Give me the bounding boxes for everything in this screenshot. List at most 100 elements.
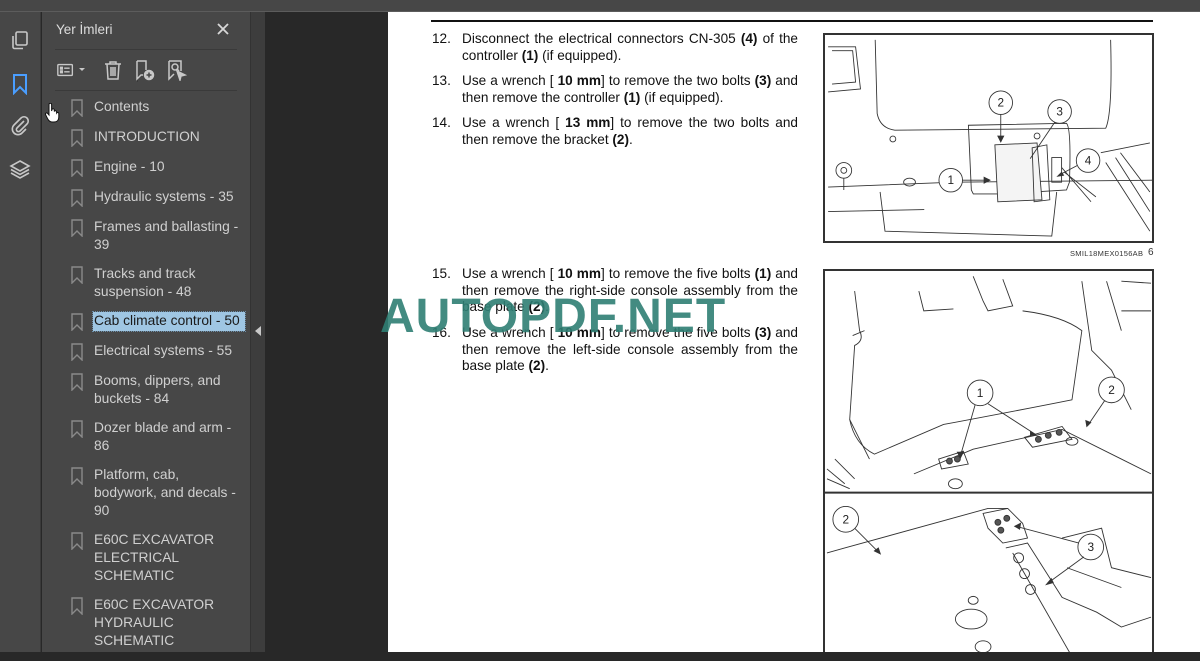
callout-1: 1 [977,386,984,400]
bookmark-icon [71,420,83,438]
bold-ref: (2) [612,131,629,147]
text-run: Use a wrench [ [462,115,566,130]
bookmark-item[interactable]: Hydraulic systems - 35 [42,188,250,207]
list-options-icon [57,63,74,77]
text-run: . [545,358,549,373]
bookmarks-button[interactable] [8,72,32,96]
bookmark-item[interactable]: E60C EXCAVATOR HYDRAULIC SCHEMATIC [42,596,250,650]
bold-ref: (4) [740,31,758,46]
bookmark-icon [71,373,83,391]
figure-number: 6 [1148,247,1154,258]
bookmark-label: Booms, dippers, and buckets - 84 [94,373,221,406]
bookmark-icon [71,99,83,117]
bookmark-icon [71,266,83,284]
step-text: Disconnect the electrical connectors CN-… [462,31,798,64]
figure-caption: SMIL18MEX0156AB [1070,249,1144,258]
bookmark-label: Tracks and track suspension - 48 [94,266,196,299]
bold-ref: 10 mm [557,325,601,340]
bookmark-icon [71,219,83,237]
bookmark-label: E60C EXCAVATOR HYDRAULIC SCHEMATIC [94,597,215,648]
layers-button[interactable] [8,157,32,181]
page-thumbnails-button[interactable] [8,28,32,52]
paperclip-icon [11,115,30,136]
hand-cursor-icon [44,103,60,123]
find-bookmark-icon [168,60,187,81]
bookmark-options-button[interactable] [56,58,86,82]
figure-console: 1 2 2 3 [823,269,1154,652]
bookmark-item[interactable]: Platform, cab, bodywork, and decals - 90 [42,466,250,520]
bold-ref: 10 mm [557,73,601,88]
bookmark-item[interactable]: Contents [42,98,250,117]
new-bookmark-button[interactable] [133,58,155,82]
text-run: (if equipped). [640,89,724,105]
bookmark-item[interactable]: Frames and ballasting - 39 [42,218,250,254]
bold-ref: (1) [754,266,772,281]
bold-ref: (1) [623,89,641,105]
bookmark-icon [71,467,83,485]
panel-title: Yer İmleri [56,22,113,37]
callout-3: 3 [1087,540,1094,554]
attachments-button[interactable] [8,113,32,137]
panel-splitter[interactable] [250,12,265,652]
bookmark-icon [13,74,27,95]
callout-2: 2 [997,97,1004,110]
step-number: 14. [432,115,451,130]
bold-ref: (2) [528,358,546,373]
divider [55,90,237,91]
step-15: 15. Use a wrench [ 10 mm] to remove the f… [432,266,798,316]
bookmark-item[interactable]: Dozer blade and arm - 86 [42,419,250,455]
layers-icon [9,160,31,179]
bookmark-label: Dozer blade and arm - 86 [94,420,232,453]
document-background [265,12,388,652]
bookmark-label: Contents [94,99,150,114]
bookmark-icon [71,189,83,207]
bookmark-label: Hydraulic systems - 35 [94,189,234,204]
text-run: Disconnect the electrical connectors CN-… [462,31,741,46]
text-run: ] to remove the five bolts [600,325,755,340]
bookmark-list: Contents INTRODUCTION Engine - 10 Hydraulic… [42,98,250,661]
bookmark-item[interactable]: INTRODUCTION [42,128,250,147]
text-run: ] to remove the five bolts [600,266,755,281]
bookmark-item[interactable]: Cab climate control - 50 [42,311,250,332]
bookmark-item[interactable]: Electrical systems - 55 [42,342,250,361]
step-13: 13. Use a wrench [ 10 mm] to remove the t… [432,73,798,106]
find-current-bookmark-button[interactable] [165,58,187,82]
top-toolbar [0,0,1200,12]
bookmark-item[interactable]: Engine - 10 [42,158,250,177]
callout-1: 1 [947,174,954,187]
bookmark-icon [71,343,83,361]
step-12: 12. Disconnect the electrical connectors … [432,31,798,64]
step-number: 13. [432,73,451,88]
text-run: . [629,131,633,147]
callout-2: 2 [1108,383,1115,397]
add-bookmark-icon [136,60,155,81]
text-run: Use a wrench [ [462,325,558,340]
bookmarks-panel: Yer İmleri Contents INTRODUCTION Engine - … [42,12,250,652]
step-16: 16. Use a wrench [ 10 mm] to remove the f… [432,325,798,375]
pdf-page: 12. Disconnect the electrical connectors … [388,12,1200,652]
step-number: 12. [432,31,451,46]
bookmark-icon [71,597,83,615]
bookmark-icon [71,129,83,147]
bookmark-label: Electrical systems - 55 [94,343,233,358]
delete-bookmark-button[interactable] [102,58,124,82]
close-icon[interactable] [214,20,232,38]
bookmark-item[interactable]: E60C EXCAVATOR ELECTRICAL SCHEMATIC [42,531,250,585]
bookmark-label: E60C EXCAVATOR ELECTRICAL SCHEMATIC [94,532,215,583]
text-run: Use a wrench [ [462,266,558,281]
bookmark-label: Frames and ballasting - 39 [94,219,239,252]
bookmark-label: INTRODUCTION [94,129,200,144]
bookmark-label: Platform, cab, bodywork, and decals - 90 [94,467,236,518]
page-rule [431,20,1153,22]
step-text: Use a wrench [ 10 mm] to remove the five… [462,266,798,316]
bold-ref: (3) [754,73,772,88]
bold-ref: (2) [528,299,546,314]
bookmark-item[interactable]: Tracks and track suspension - 48 [42,265,250,301]
text-run: (if equipped). [538,47,622,63]
collapse-panel-icon[interactable] [255,326,261,336]
bold-ref: 10 mm [557,266,601,281]
text-run: . [545,299,549,314]
step-number: 15. [432,266,451,281]
bookmark-label: Engine - 10 [94,159,165,174]
bookmark-item[interactable]: Booms, dippers, and buckets - 84 [42,372,250,408]
